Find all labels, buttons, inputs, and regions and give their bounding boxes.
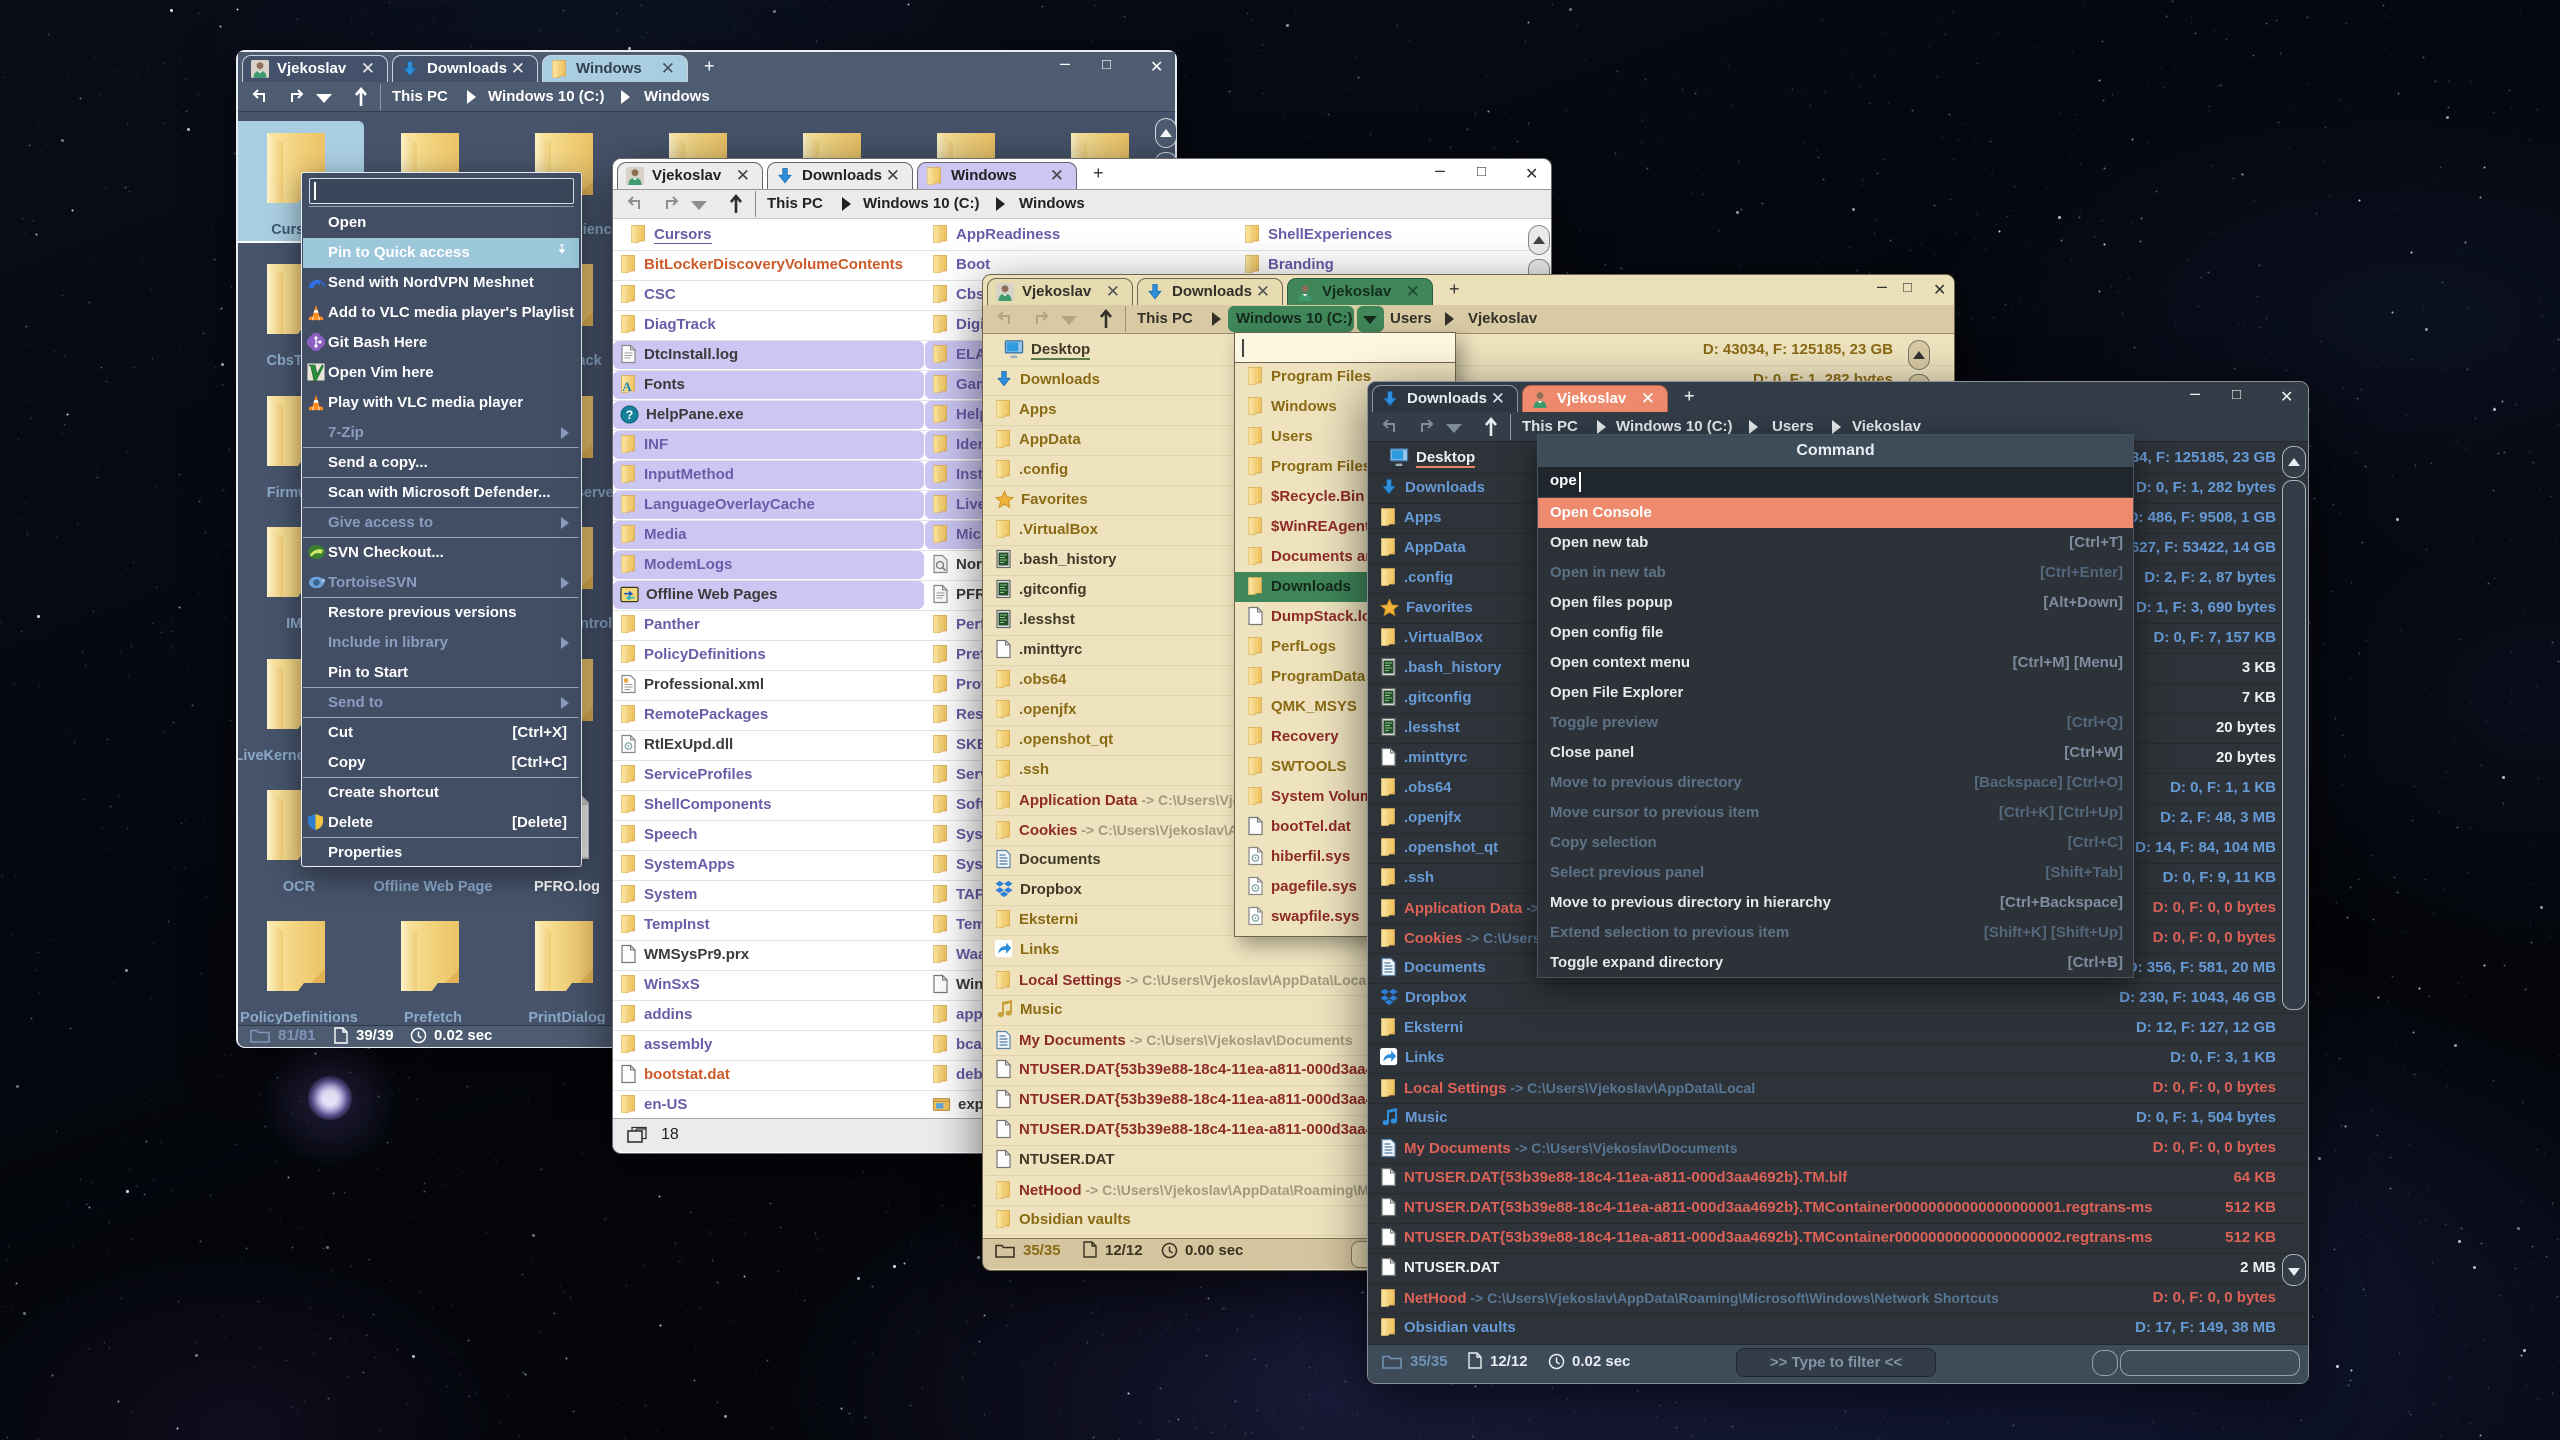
svg-text:A: A: [622, 379, 632, 394]
svg-text:?: ?: [626, 407, 634, 421]
